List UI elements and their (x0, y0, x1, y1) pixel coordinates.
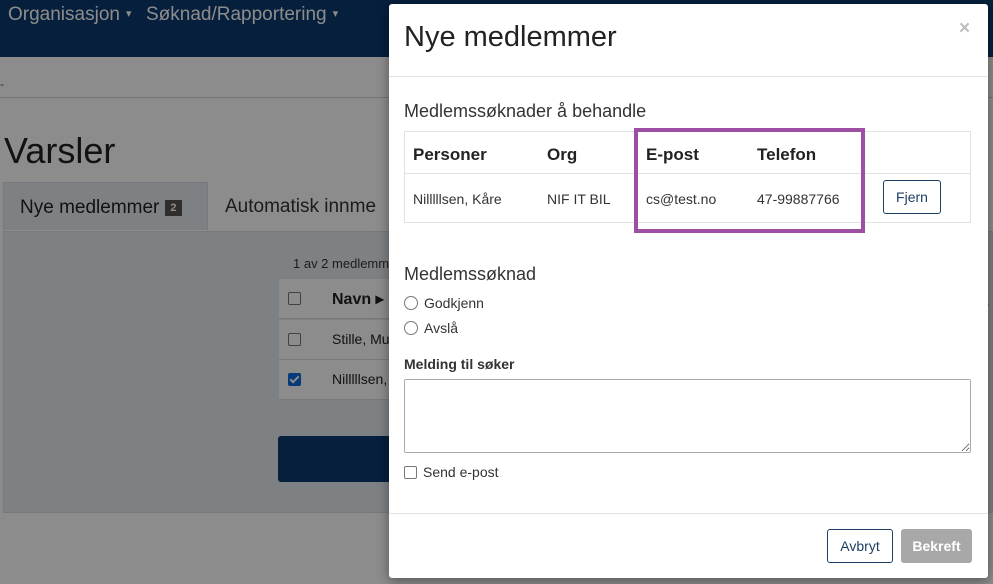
send-email-label: Send e-post (423, 464, 499, 480)
radio-button[interactable] (404, 296, 418, 310)
confirm-button[interactable]: Bekreft (901, 529, 972, 563)
cancel-button[interactable]: Avbryt (827, 529, 893, 563)
modal-header: Nye medlemmer × (389, 4, 988, 77)
radio-avsla[interactable]: Avslå (404, 320, 458, 336)
radio-label: Godkjenn (424, 295, 484, 311)
radio-button[interactable] (404, 321, 418, 335)
cell-phone: 47-99887766 (757, 191, 840, 207)
remove-button[interactable]: Fjern (883, 180, 941, 214)
cell-email: cs@test.no (646, 191, 717, 207)
cell-org: NIF IT BIL (547, 191, 611, 207)
modal-title: Nye medlemmer (404, 21, 617, 53)
modal-footer-divider (389, 513, 988, 514)
message-textarea[interactable] (404, 379, 971, 453)
radio-godkjenn[interactable]: Godkjenn (404, 295, 484, 311)
decision-section-title: Medlemssøknad (404, 264, 537, 284)
applications-section-title: Medlemssøknader å behandle (404, 101, 647, 121)
close-icon[interactable]: × (959, 18, 970, 40)
new-members-modal: Nye medlemmer × Medlemssøknader å behand… (389, 4, 988, 578)
send-email-option[interactable]: Send e-post (404, 464, 499, 480)
cell-person: Nilllllsen, Kåre (413, 191, 502, 207)
column-header-personer: Personer (413, 145, 487, 164)
column-header-e-post: E-post (646, 145, 699, 164)
message-field-label: Melding til søker (404, 356, 515, 372)
radio-label: Avslå (424, 320, 458, 336)
column-header-telefon: Telefon (757, 145, 817, 164)
table-divider (405, 173, 970, 174)
column-header-org: Org (547, 145, 578, 164)
send-email-checkbox[interactable] (404, 466, 417, 479)
